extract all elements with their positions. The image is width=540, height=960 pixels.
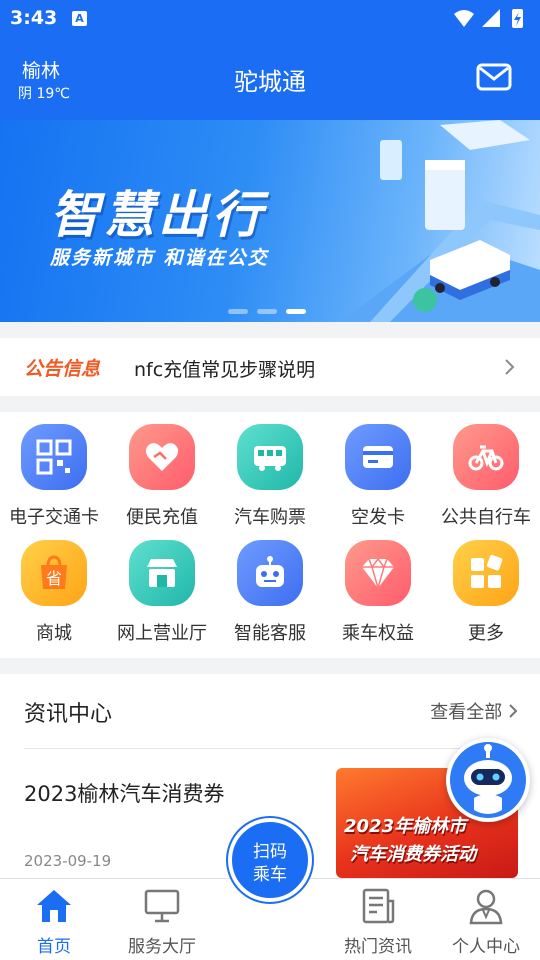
tab-service-hall[interactable]: 服务大厅	[108, 879, 216, 960]
service-label: 乘车权益	[342, 623, 414, 644]
tab-label: 服务大厅	[128, 937, 196, 957]
system-icons	[452, 7, 532, 35]
notice-bar[interactable]: 公告信息 nfc充值常见步骤说明	[0, 338, 540, 396]
divider	[24, 748, 516, 749]
service-grid: 电子交通卡 便民充值 汽车购票 空发卡 公共自行车 省 商城 网上营业厅 智能客…	[0, 412, 540, 658]
service-item[interactable]: 空发卡	[324, 412, 432, 530]
assistant-robot-button[interactable]	[446, 738, 530, 822]
notification-a-icon: A	[72, 11, 87, 26]
wifi-icon	[454, 10, 474, 27]
carousel-indicator	[228, 299, 315, 318]
notice-tag: 公告信息	[24, 358, 101, 380]
qr-code-icon	[21, 424, 87, 490]
banner-subline: 服务新城市 和谐在公交	[50, 247, 269, 269]
svg-text:省: 省	[46, 569, 62, 588]
bus-icon	[237, 424, 303, 490]
view-all-link[interactable]: 查看全部	[430, 698, 518, 724]
card-icon	[345, 424, 411, 490]
signal-icon	[482, 9, 500, 27]
tab-label: 首页	[37, 937, 71, 957]
home-icon	[37, 890, 71, 922]
app-header: 榆林 阴 19℃ 驼城通	[0, 38, 540, 120]
news-icon	[362, 888, 395, 924]
user-icon	[469, 889, 503, 925]
service-item[interactable]: 智能客服	[216, 528, 324, 646]
robot-avatar-icon	[450, 742, 526, 818]
chevron-right-icon	[509, 704, 518, 718]
promo-banner[interactable]: 智慧出行 服务新城市 和谐在公交	[0, 120, 540, 322]
service-label: 电子交通卡	[9, 507, 99, 528]
scan-label-line2: 乘车	[253, 865, 287, 885]
service-item[interactable]: 省 商城	[0, 528, 108, 646]
tab-label: 热门资讯	[344, 937, 412, 957]
section-title: 资讯中心	[24, 702, 113, 727]
service-item[interactable]: 便民充值	[108, 412, 216, 530]
news-item-title[interactable]: 2023榆林汽车消费券	[24, 778, 224, 808]
tab-home[interactable]: 首页	[0, 879, 108, 960]
mail-icon[interactable]	[476, 62, 512, 92]
view-all-label: 查看全部	[430, 702, 503, 723]
chevron-right-icon	[505, 359, 515, 375]
service-label: 公共自行车	[441, 507, 531, 528]
carousel-dot[interactable]	[228, 309, 248, 314]
service-label: 智能客服	[234, 623, 306, 644]
carousel-dot-active[interactable]	[286, 309, 306, 314]
service-label: 便民充值	[126, 507, 198, 528]
scan-to-ride-button[interactable]: 扫码 乘车	[228, 818, 312, 902]
city-illustration	[340, 120, 540, 322]
page-title: 驼城通	[234, 68, 306, 96]
service-item[interactable]: 更多	[432, 528, 540, 646]
tab-label: 个人中心	[452, 937, 520, 957]
clock: 3:43	[10, 7, 58, 29]
service-label: 汽车购票	[234, 507, 306, 528]
thumbnail-line2: 汽车消费券活动	[350, 844, 476, 865]
service-label: 网上营业厅	[117, 623, 207, 644]
service-item[interactable]: 公共自行车	[432, 412, 540, 530]
monitor-icon	[144, 889, 180, 923]
grid-more-icon	[453, 540, 519, 606]
service-label: 商城	[36, 623, 72, 644]
banner-headline: 智慧出行	[50, 186, 266, 244]
tab-hot-news[interactable]: 热门资讯	[324, 879, 432, 960]
status-bar: 3:43 A	[0, 0, 540, 38]
tab-profile[interactable]: 个人中心	[432, 879, 540, 960]
scan-label-line1: 扫码	[253, 842, 287, 862]
service-item[interactable]: 电子交通卡	[0, 412, 108, 530]
service-item[interactable]: 汽车购票	[216, 412, 324, 530]
storefront-icon	[129, 540, 195, 606]
service-item[interactable]: 乘车权益	[324, 528, 432, 646]
bicycle-icon	[453, 424, 519, 490]
shopping-bag-icon: 省	[21, 540, 87, 606]
heart-hands-icon	[129, 424, 195, 490]
robot-icon	[237, 540, 303, 606]
news-item-date: 2023-09-19	[24, 852, 112, 870]
service-label: 更多	[468, 623, 504, 644]
carousel-dot[interactable]	[257, 309, 277, 314]
notice-text[interactable]: nfc充值常见步骤说明	[134, 355, 315, 382]
diamond-icon	[345, 540, 411, 606]
service-label: 空发卡	[351, 507, 405, 528]
service-item[interactable]: 网上营业厅	[108, 528, 216, 646]
